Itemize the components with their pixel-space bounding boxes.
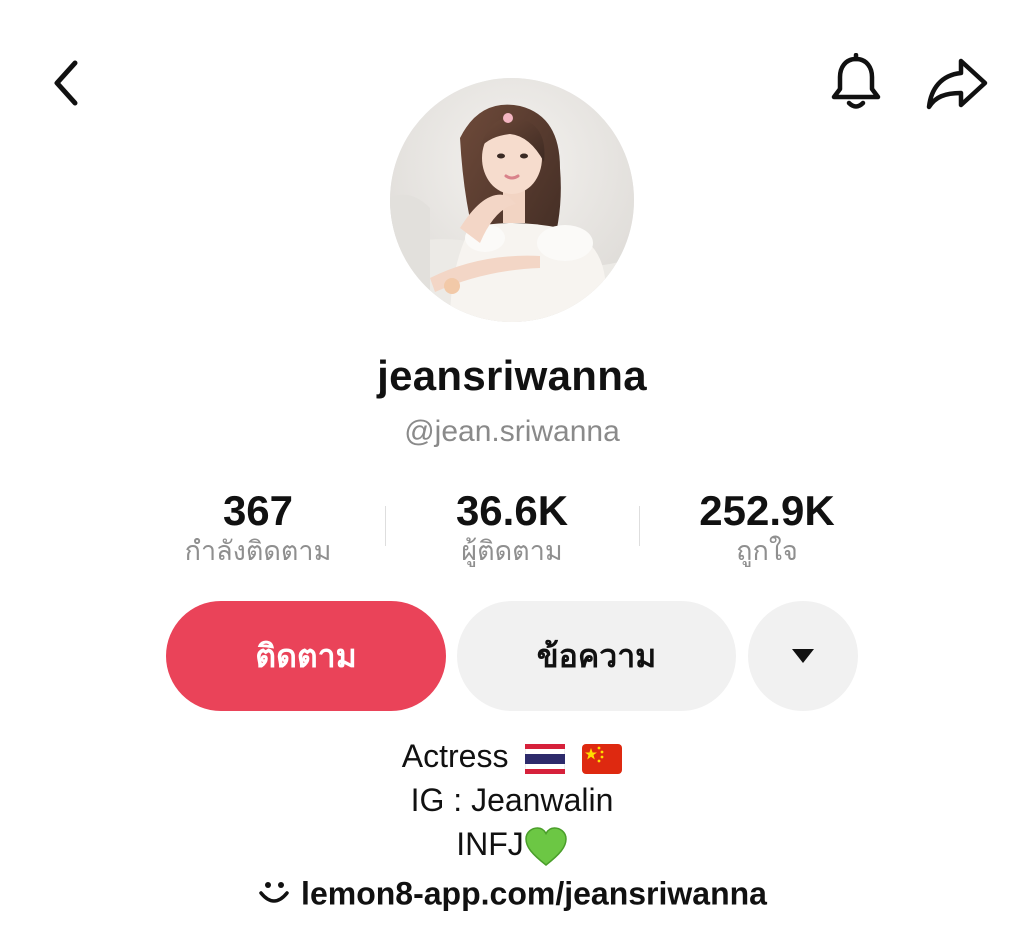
share-arrow-icon <box>926 58 988 110</box>
followers-stat[interactable]: 36.6K ผู้ติดตาม <box>387 488 637 570</box>
more-options-button[interactable] <box>748 601 858 711</box>
notification-button[interactable] <box>824 50 888 116</box>
bio-line-2: IG : Jeanwalin <box>410 782 614 818</box>
china-flag-icon <box>582 743 623 774</box>
thailand-flag-icon <box>525 743 566 774</box>
username-handle: @jean.sriwanna <box>404 415 620 448</box>
share-button[interactable] <box>922 50 992 116</box>
followers-label: ผู้ติดตาม <box>461 536 563 567</box>
following-count: 367 <box>222 487 294 534</box>
following-stat[interactable]: 367 กำลังติดตาม <box>133 488 383 570</box>
bio-role: Actress <box>401 738 509 774</box>
follow-button[interactable]: ติดตาม <box>166 601 446 711</box>
green-heart-icon <box>525 826 567 866</box>
bio-link[interactable]: lemon8-app.com/jeansriwanna <box>0 868 1024 917</box>
avatar[interactable] <box>390 78 634 322</box>
back-button[interactable] <box>38 54 96 112</box>
message-button[interactable]: ข้อความ <box>457 601 736 711</box>
stat-divider <box>385 506 386 546</box>
likes-label: ถูกใจ <box>736 536 798 567</box>
bio-line-1: Actress <box>0 734 1024 778</box>
bio-line-3: INFJ <box>0 822 1024 867</box>
likes-count: 252.9K <box>699 487 835 534</box>
smile-icon <box>259 881 289 903</box>
bell-icon <box>831 53 881 109</box>
following-label: กำลังติดตาม <box>184 536 332 567</box>
likes-stat[interactable]: 252.9K ถูกใจ <box>642 488 892 570</box>
bio-mbti: INFJ <box>456 826 524 862</box>
bio-link-text: lemon8-app.com/jeansriwanna <box>301 875 767 912</box>
profile-photo <box>390 78 634 322</box>
display-name: jeansriwanna <box>377 352 647 399</box>
followers-count: 36.6K <box>455 487 569 534</box>
stat-divider <box>639 506 640 546</box>
chevron-left-icon <box>54 60 78 106</box>
caret-down-icon <box>792 649 814 663</box>
